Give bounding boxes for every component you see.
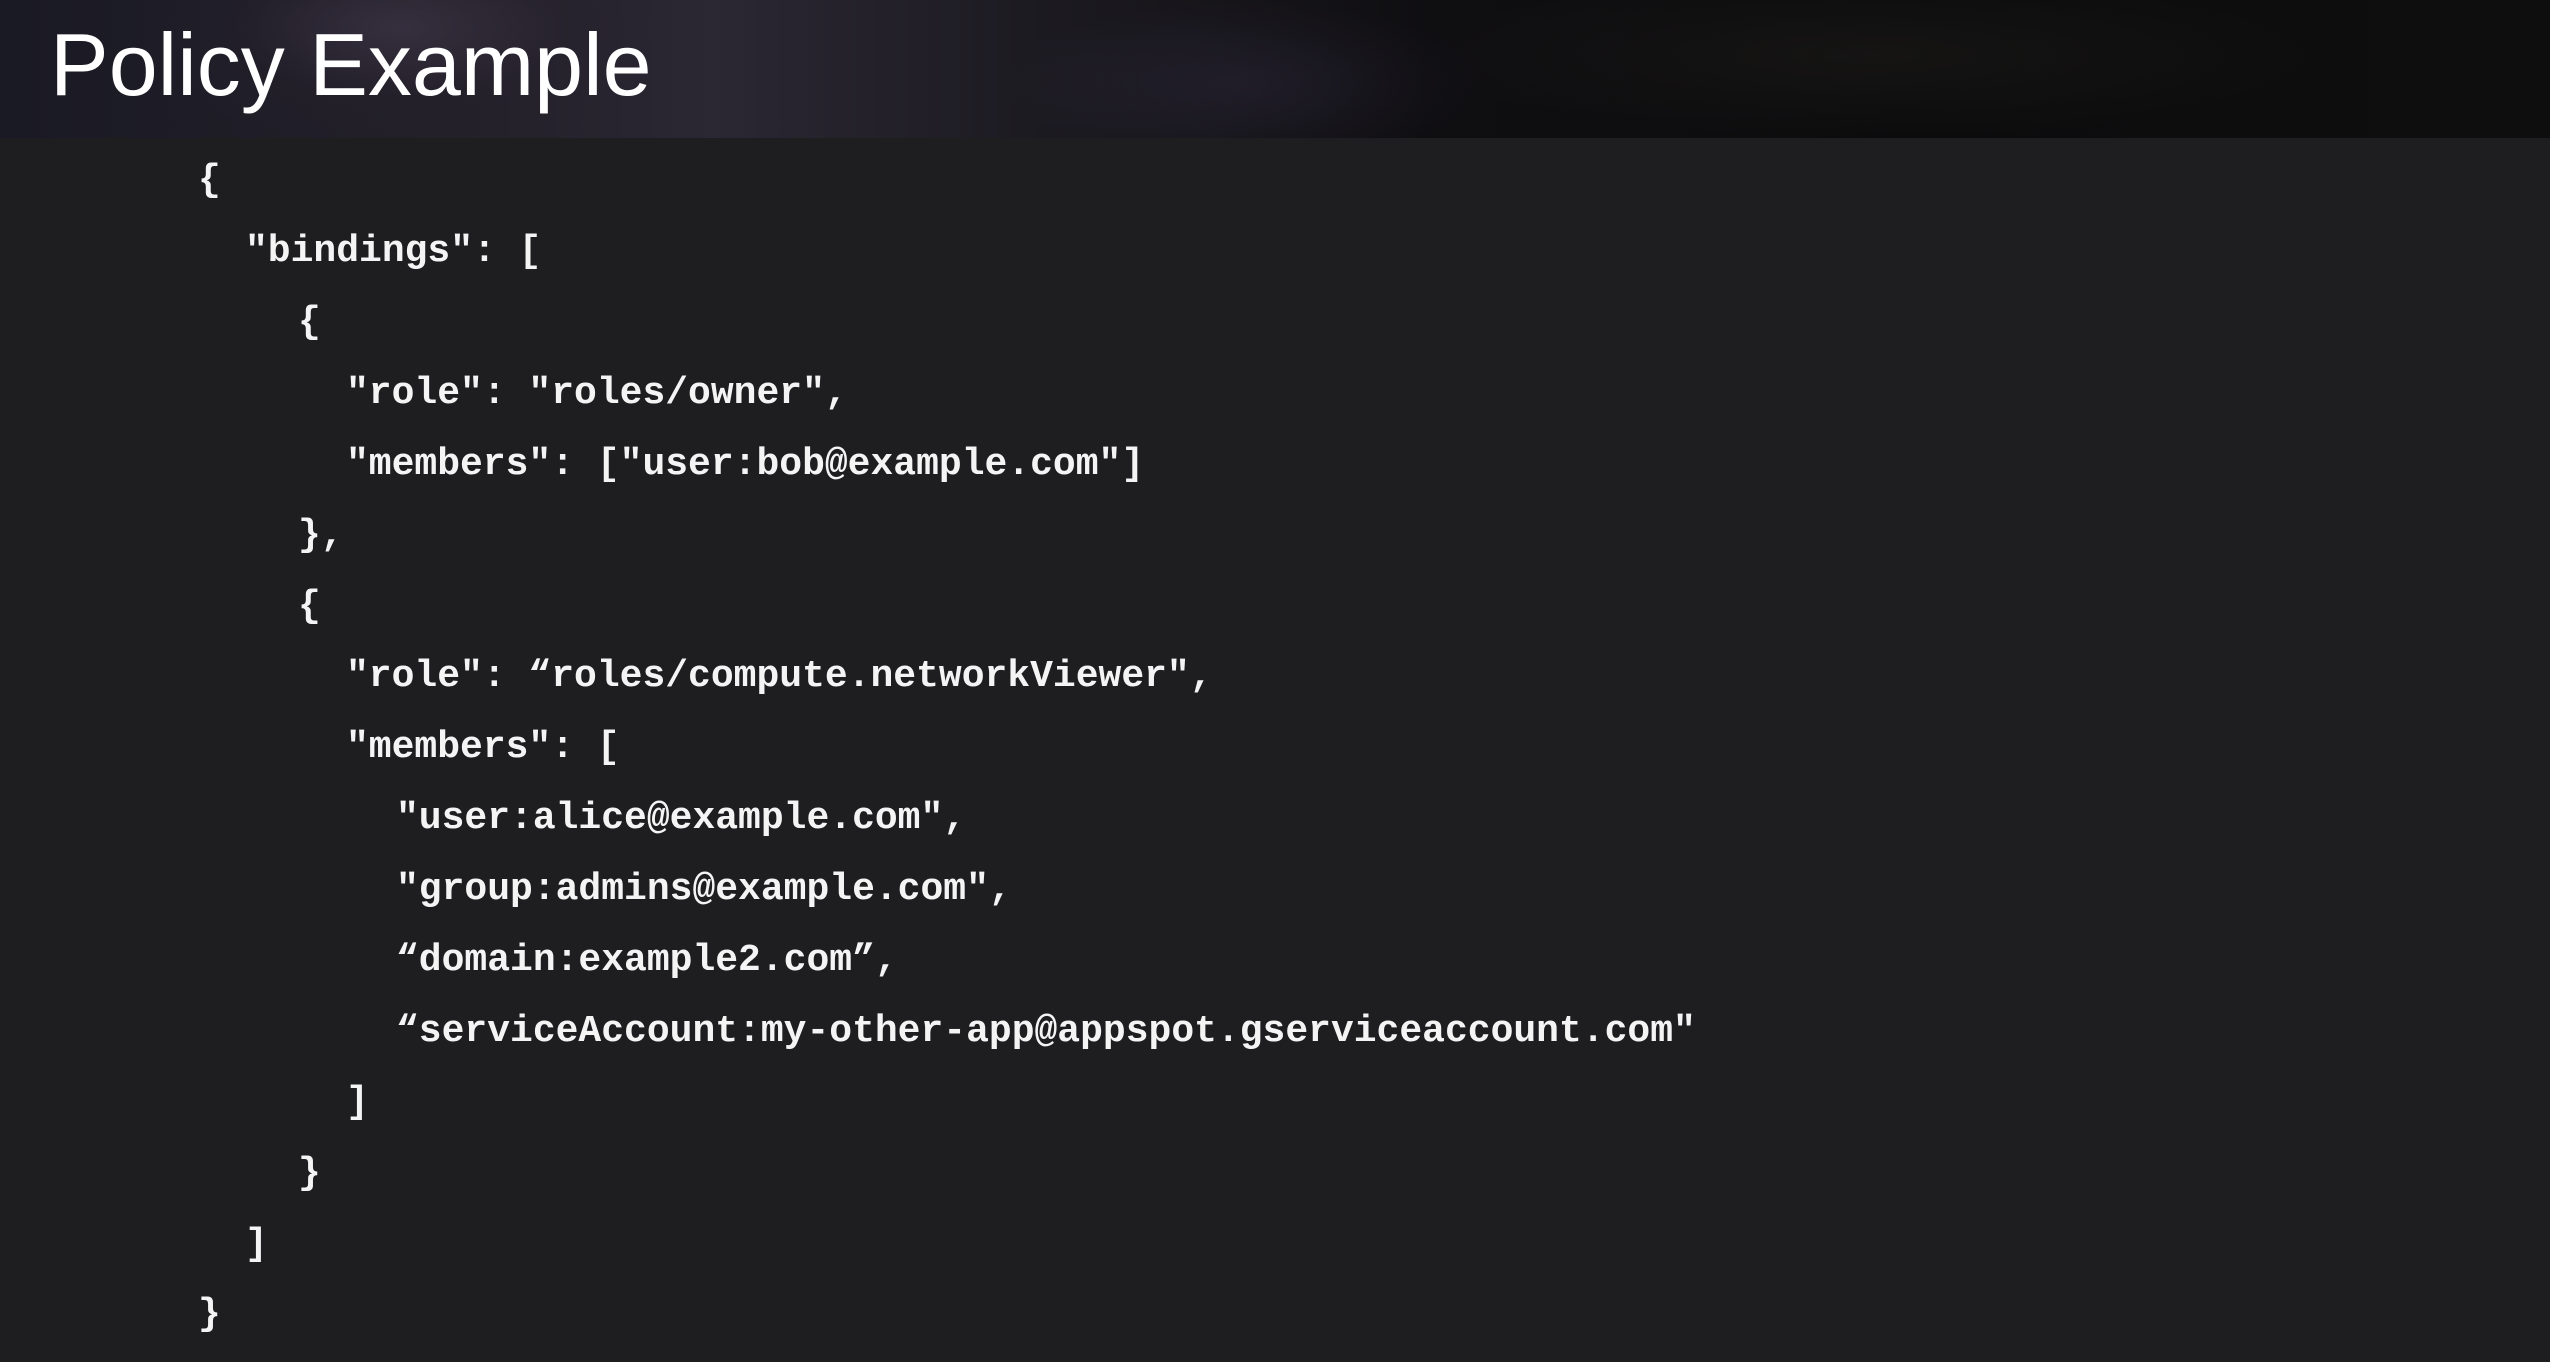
code-line: “serviceAccount:my-other-app@appspot.gse…: [396, 1010, 1696, 1053]
code-line: "group:admins@example.com",: [396, 868, 1012, 911]
code-line: "role": “roles/compute.networkViewer",: [346, 655, 1213, 698]
code-line: {: [298, 301, 321, 344]
code-line: ]: [346, 1081, 369, 1124]
code-line: "user:alice@example.com",: [396, 797, 967, 840]
code-line: "members": [: [346, 726, 620, 769]
code-line: }: [298, 1152, 321, 1195]
code-line: "role": "roles/owner",: [346, 372, 848, 415]
slide: Policy Example { "bindings": [ { "role":…: [0, 0, 2550, 1362]
code-line: {: [198, 159, 221, 202]
code-line: "members": ["user:bob@example.com"]: [346, 443, 1145, 486]
code-line: },: [298, 514, 344, 557]
code-line: {: [298, 585, 321, 628]
code-line: "bindings": [: [245, 230, 542, 273]
code-line: ]: [245, 1223, 268, 1266]
code-line: “domain:example2.com”,: [396, 939, 898, 982]
code-block: { "bindings": [ { "role": "roles/owner",…: [0, 0, 2550, 1362]
code-line: }: [198, 1293, 221, 1336]
